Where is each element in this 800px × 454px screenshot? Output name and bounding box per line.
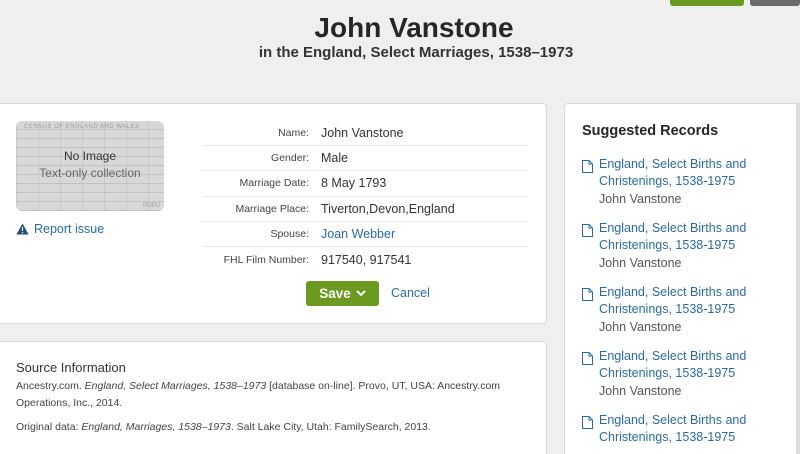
top-action-button[interactable]: [670, 0, 744, 6]
source-citation: Ancestry.com. England, Select Marriages,…: [16, 378, 531, 412]
original-suffix: . Salt Lake City, Utah: FamilySearch, 20…: [230, 421, 431, 433]
chevron-down-icon: [356, 290, 366, 297]
field-row-marriage-date: Marriage Date: 8 May 1793: [203, 171, 528, 197]
field-value: Male: [321, 151, 349, 166]
thumbnail-header-text: CENSUS OF ENGLAND AND WALES: [24, 124, 140, 130]
suggested-record-name: John Vanstone: [599, 192, 682, 206]
suggested-record-item: England, Select Births and Christenings,…: [582, 412, 800, 446]
suggested-record-link[interactable]: England, Select Births and Christenings,…: [599, 220, 800, 254]
field-label: FHL Film Number:: [223, 253, 309, 266]
citation-title: England, Select Marriages, 1538–1973: [84, 380, 267, 392]
suggested-records-title: Suggested Records: [582, 123, 719, 139]
suggested-record-item: England, Select Births and Christenings,…: [582, 284, 800, 336]
document-icon: [582, 416, 593, 429]
field-row-gender: Gender: Male: [203, 146, 528, 172]
report-issue-link[interactable]: Report issue: [16, 222, 104, 236]
citation-prefix: Ancestry.com.: [16, 380, 85, 392]
field-row-name: Name: John Vanstone: [203, 121, 528, 147]
scrollbar[interactable]: [796, 103, 800, 454]
record-thumbnail[interactable]: CENSUS OF ENGLAND AND WALES POPU No Imag…: [16, 121, 164, 211]
field-row-fhl-film: FHL Film Number: 917540, 917541: [203, 247, 528, 272]
suggested-record-link[interactable]: England, Select Births and Christenings,…: [599, 284, 800, 318]
field-row-marriage-place: Marriage Place: Tiverton,Devon,England: [203, 197, 528, 222]
text-only-label: Text-only collection: [39, 166, 141, 180]
field-label: Marriage Date:: [239, 177, 309, 190]
document-icon: [582, 352, 593, 365]
cancel-link[interactable]: Cancel: [391, 286, 430, 300]
field-row-spouse: Spouse: Joan Webber: [203, 222, 528, 247]
record-fields: Name: John Vanstone Gender: Male Marriag…: [203, 121, 528, 272]
thumbnail-footer-text: POPU: [142, 203, 160, 209]
field-value: 8 May 1793: [321, 176, 387, 191]
suggested-record-name: John Vanstone: [599, 320, 682, 334]
page-title: John Vanstone: [314, 12, 514, 43]
document-icon: [582, 224, 593, 237]
suggested-record-item: England, Select Births and Christenings,…: [582, 156, 800, 208]
suggested-record-item: England, Select Births and Christenings,…: [582, 220, 800, 272]
top-secondary-button[interactable]: [750, 0, 800, 6]
source-information-card: Source Information Ancestry.com. England…: [0, 341, 547, 454]
suggested-record-link[interactable]: England, Select Births and Christenings,…: [599, 348, 800, 382]
report-issue-label: Report issue: [34, 222, 105, 236]
suggested-record-link[interactable]: England, Select Births and Christenings,…: [599, 412, 800, 446]
save-button-label: Save: [319, 286, 351, 301]
document-icon: [582, 288, 593, 301]
suggested-record-name: John Vanstone: [599, 256, 682, 270]
warning-icon: [16, 223, 29, 235]
source-information-title: Source Information: [16, 360, 126, 375]
original-prefix: Original data:: [16, 421, 82, 433]
field-label: Marriage Place:: [235, 202, 309, 215]
field-label: Spouse:: [270, 227, 309, 240]
suggested-record-link[interactable]: England, Select Births and Christenings,…: [599, 156, 800, 190]
original-data-citation: Original data: England, Marriages, 1538–…: [16, 419, 531, 436]
field-label: Name:: [278, 127, 309, 140]
original-title: England, Marriages, 1538–1973: [81, 421, 231, 433]
field-value: Tiverton,Devon,England: [321, 201, 455, 216]
spouse-link[interactable]: Joan Webber: [321, 227, 395, 241]
field-value: John Vanstone: [321, 126, 404, 141]
suggested-record-item: England, Select Births and Christenings,…: [582, 348, 800, 400]
field-label: Gender:: [271, 152, 309, 165]
document-icon: [582, 160, 593, 173]
suggested-records-panel: Suggested Records England, Select Births…: [564, 103, 800, 454]
suggested-record-name: John Vanstone: [599, 384, 682, 398]
field-value: 917540, 917541: [321, 252, 412, 267]
record-card: CENSUS OF ENGLAND AND WALES POPU No Imag…: [0, 103, 547, 324]
no-image-label: No Image: [63, 149, 117, 163]
page-subtitle: in the England, Select Marriages, 1538–1…: [258, 44, 574, 61]
save-button[interactable]: Save: [306, 281, 379, 306]
